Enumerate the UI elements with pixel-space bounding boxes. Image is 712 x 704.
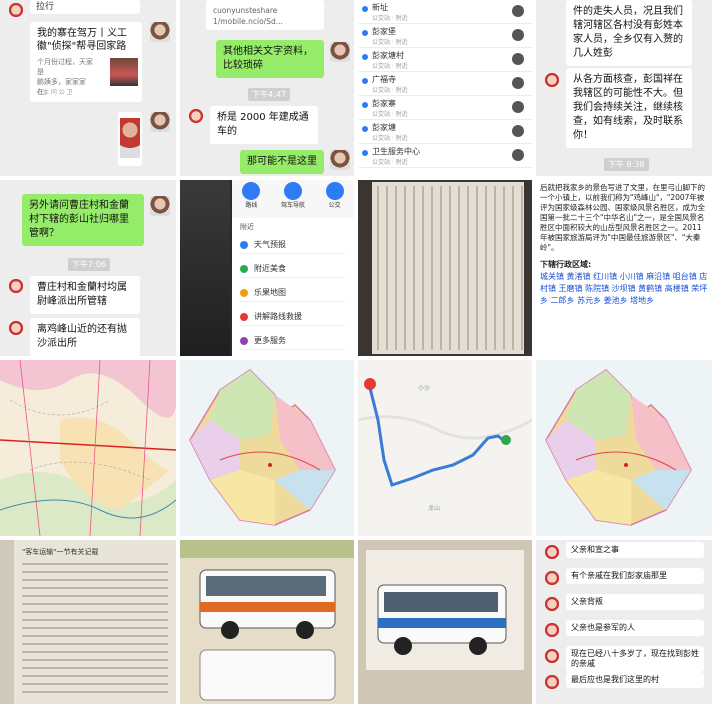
- menu-item[interactable]: 乐果地图: [240, 284, 346, 302]
- chat-bubble: 现在已经八十多岁了，现在找到彭姓的亲戚: [566, 646, 704, 672]
- bus-photo-1: [180, 540, 354, 704]
- svg-text:龙山: 龙山: [428, 504, 440, 512]
- menu-item[interactable]: 讲解路线救援: [240, 308, 346, 326]
- chat-bubble: 父亲背叛: [566, 594, 704, 610]
- result-item[interactable]: 卫生服务中心 公交站 · 附近: [358, 144, 532, 168]
- avatar: [330, 42, 350, 62]
- photo-message: [118, 112, 142, 166]
- book-text-page: "客车运输"一节有关记载: [0, 540, 176, 704]
- link-url: cuonyunsteshare 1/mobile.ncio/Sd...: [206, 0, 324, 30]
- result-item[interactable]: 彭家塘村 公交站 · 附近: [358, 48, 532, 72]
- drive-button[interactable]: 驾车导航: [281, 182, 305, 218]
- action-bar: 路线 驾车导航 公交: [232, 180, 354, 218]
- map-search-results: 新址 公交站 · 附近 彭家堡 公交站 · 附近 彭家塘村 公交站 · 附近 广福寺 公交站 …: [358, 0, 532, 176]
- section-heading: 附近: [240, 223, 254, 231]
- document-photo: [358, 180, 532, 356]
- result-item[interactable]: 彭家寨 公交站 · 附近: [358, 96, 532, 120]
- chat-bubble: 桥是 2000 年建成通车的: [210, 106, 318, 144]
- avatar: [6, 2, 26, 22]
- towns-list: 城关镇 黄渚镇 红川镇 小川镇 麻沿镇 咀台镇 店村镇 王磨镇 陈院镇 沙坝镇 …: [540, 272, 708, 305]
- bus-photo-2: [358, 540, 532, 704]
- avatar: [542, 674, 562, 694]
- route-map: 小沙 龙山: [358, 360, 532, 536]
- county-map: [180, 360, 354, 536]
- bus-button[interactable]: 公交: [325, 182, 344, 218]
- map-graphic: [0, 360, 176, 536]
- chat-screenshot-16: 父亲和宣之事 有个亲戚在我们彭家庙那里 父亲背叛父亲也是参军的人现在已经八十多岁了，…: [536, 540, 712, 704]
- route-graphic: 小沙 龙山: [358, 360, 532, 536]
- menu-item[interactable]: 更多服务: [240, 332, 346, 350]
- result-item[interactable]: 彭家塘 公交站 · 附近: [358, 120, 532, 144]
- avatar: [542, 570, 562, 590]
- background-photo: [180, 180, 230, 356]
- avatar: [542, 544, 562, 564]
- ledger-page: [358, 180, 532, 356]
- result-item[interactable]: 新址 公交站 · 附近: [358, 0, 532, 24]
- avatar: [542, 596, 562, 616]
- chat-bubble: 离鸡峰山近的还有抛沙派出所: [30, 318, 140, 356]
- chat-bubble: 最后应也是我们这里的村: [566, 672, 704, 688]
- book-page-photo: "客车运输"一节有关记载: [0, 540, 176, 704]
- chat-bubble: 父亲也是参军的人: [566, 620, 704, 636]
- menu-list: 天气预报附近美食乐果地图讲解路线救援 更多服务: [232, 236, 354, 356]
- chat-screenshot-4: 件的走失人员，况且我们辖河辖区各村没有彭姓本家人员，全乡仅有入赘的几人姓彭 从各…: [536, 0, 712, 176]
- chat-screenshot-1: 拉行 我的寨在驾万丨义工徽"侦探"帮寻回家路 个月份过程，天家是 鹏姨多，家家家…: [0, 0, 176, 176]
- regional-map: [0, 360, 176, 536]
- chat-link-card: 我的寨在驾万丨义工徽"侦探"帮寻回家路 个月份过程，天家是 鹏姨多，家家家 在。…: [30, 22, 142, 102]
- map-app-menu: 路线 驾车导航 公交 附近 天气预报附近美食乐果地图讲解路线救援 更多服务: [180, 180, 354, 356]
- avatar: [542, 622, 562, 642]
- link-title: 我的寨在驾万丨义工徽"侦探"帮寻回家路: [37, 28, 127, 52]
- avatar: [150, 196, 170, 216]
- bus-illustration: [180, 540, 354, 704]
- article-paragraph: 后就把我家乡的景色写进了文里，在里弓山脚下的一个小镇上，以前我们称为"鸡峰山"，…: [540, 183, 705, 252]
- avatar: [186, 108, 206, 128]
- avatar: [330, 150, 350, 170]
- link-source: < 大 问 公 卫: [36, 89, 73, 96]
- avatar: [542, 72, 562, 92]
- chat-bubble: 那可能不是这里: [240, 150, 324, 174]
- timestamp: 下午 6:38: [604, 158, 649, 171]
- county-map-graphic: [545, 369, 692, 526]
- link-thumbnail: [110, 58, 138, 86]
- menu-item[interactable]: 附近美食: [240, 260, 346, 278]
- result-item[interactable]: 彭家堡 公交站 · 附近: [358, 24, 532, 48]
- person-photo: [120, 118, 140, 158]
- section-title: 下辖行政区域:: [540, 260, 592, 269]
- avatar: [150, 22, 170, 42]
- chat-bubble: 父亲和宣之事: [566, 542, 704, 558]
- svg-text:"客车运输"一节有关记载: "客车运输"一节有关记载: [22, 547, 98, 556]
- image-grid: 拉行 我的寨在驾万丨义工徽"侦探"帮寻回家路 个月份过程，天家是 鹏姨多，家家家…: [0, 0, 712, 704]
- avatar: [6, 278, 26, 298]
- menu-panel: 路线 驾车导航 公交 附近 天气预报附近美食乐果地图讲解路线救援 更多服务: [232, 180, 354, 356]
- chat-bubble: 其他相关文字资料，比较琐碎: [216, 40, 324, 78]
- bus-illustration: [358, 540, 532, 704]
- chat-screenshot-2: cuonyunsteshare 1/mobile.ncio/Sd... 其他相关…: [180, 0, 354, 176]
- avatar: [6, 320, 26, 340]
- svg-text:小沙: 小沙: [418, 384, 430, 392]
- chat-bubble: 件的走失人员，况且我们辖河辖区各村没有彭姓本家人员，全乡仅有入赘的几人姓彭: [566, 0, 692, 66]
- route-button[interactable]: 路线: [242, 182, 261, 218]
- result-item[interactable]: 广福寺 公交站 · 附近: [358, 72, 532, 96]
- chat-bubble: 从各方面核查，彭国祥在我辖区的可能性不大。但我们会持续关注，继续核查，如有线索，…: [566, 68, 692, 148]
- avatar: [542, 648, 562, 668]
- chat-bubble: 曹庄村和金蘭村均属尉峰派出所管辖: [30, 276, 140, 314]
- chat-bubble: 拉行: [30, 0, 140, 14]
- avatar: [150, 112, 170, 132]
- text-article: 后就把我家乡的景色写进了文里，在里弓山脚下的一个小镇上，以前我们称为"鸡峰山"，…: [536, 180, 712, 356]
- county-map-copy: [536, 360, 712, 536]
- menu-item[interactable]: 天气预报: [240, 236, 346, 254]
- chat-bubble: 另外请问曹庄村和金蘭村下辖的彭山社归哪里管啊？: [22, 194, 144, 246]
- chat-bubble: 有个亲戚在我们彭家庙那里: [566, 568, 704, 584]
- chat-screenshot-5: 另外请问曹庄村和金蘭村下辖的彭山社归哪里管啊？ 下午7:06 曹庄村和金蘭村均属…: [0, 180, 176, 356]
- county-map-graphic: [189, 369, 336, 526]
- timestamp: 下午4:47: [248, 88, 290, 101]
- timestamp: 下午7:06: [68, 258, 110, 271]
